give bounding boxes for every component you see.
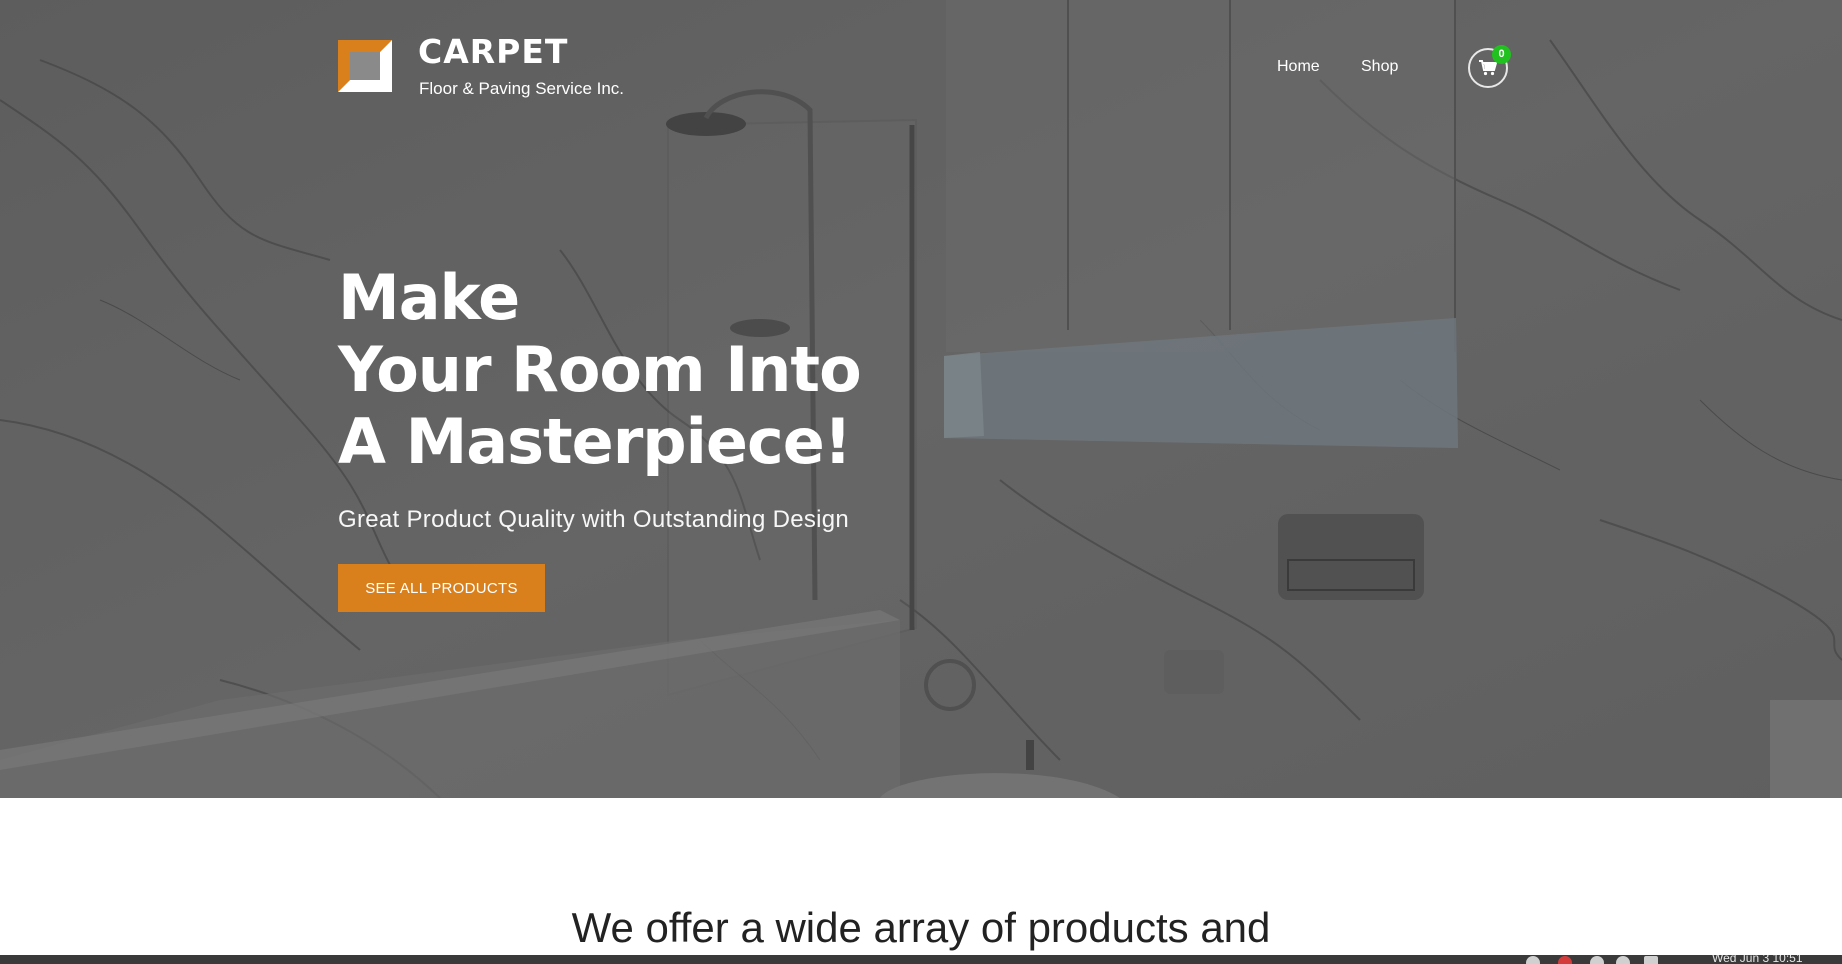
record-icon[interactable]: [1558, 956, 1572, 964]
nav-home-link[interactable]: Home: [1277, 54, 1320, 80]
hero-headline-line-1: Make: [338, 261, 520, 334]
brand-name[interactable]: CARPET: [418, 32, 568, 72]
system-taskbar: Wed Jun 3 10:51: [0, 955, 1842, 964]
hero-subheadline: Great Product Quality with Outstanding D…: [338, 506, 850, 533]
hero-headline-line-2: Your Room Into: [338, 333, 862, 406]
hero-section: CARPET Floor & Paving Service Inc. Home …: [0, 0, 1842, 798]
see-all-products-button[interactable]: SEE ALL PRODUCTS: [338, 564, 545, 612]
square-frame-logo-icon[interactable]: [338, 40, 392, 92]
bluetooth-icon[interactable]: [1616, 956, 1630, 964]
brand-tagline: Floor & Paving Service Inc.: [419, 79, 625, 98]
cart-count-badge: 0: [1492, 45, 1511, 64]
nav-shop-link[interactable]: Shop: [1361, 54, 1398, 80]
shopping-cart-icon: [1479, 60, 1497, 76]
keyboard-icon[interactable]: [1644, 956, 1658, 964]
section-heading: We offer a wide array of products and: [571, 904, 1271, 951]
volume-icon[interactable]: [1590, 956, 1604, 964]
hero-headline: Make Your Room Into A Masterpiece!: [338, 261, 862, 478]
network-icon[interactable]: [1526, 956, 1540, 964]
hero-headline-line-3: A Masterpiece!: [338, 405, 852, 478]
hero-overlay: [0, 0, 1842, 798]
taskbar-clock[interactable]: Wed Jun 3 10:51: [1712, 955, 1803, 964]
